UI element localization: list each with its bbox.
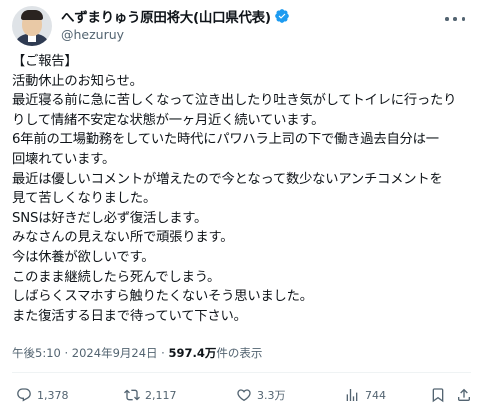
tweet-line: りして情緒不安定な状態が一ヶ月近く続いています。 [12,112,325,128]
tweet-line: また復活する日まで待っていて下さい。 [12,308,247,324]
bookmark-icon [432,388,444,403]
reply-icon [17,388,31,402]
tweet-header: へずまりゅう原田将大(山口県代表) @hezuruy [12,6,471,46]
author-block: へずまりゅう原田将大(山口県代表) @hezuruy [61,6,290,44]
views-label: 件の表示 [216,346,263,360]
verified-badge-icon [274,8,290,24]
meta-separator: · [64,346,69,360]
tweet-line: 活動休止のお知らせ。 [12,73,143,89]
tweet-line: 見て苦しくなりました。 [12,191,157,207]
tweet-meta: 午後5:10 · 2024年9月24日 · 597.4万件の表示 [12,345,262,361]
tweet-line: 最近寝る前に急に苦しくなって泣き出したり吐き気がしてトイレに行ったり [12,93,457,109]
reply-button[interactable]: 1,378 [16,387,69,403]
repost-icon [124,389,140,401]
meta-separator: · [161,346,165,360]
tweet-line: SNSは好きだし必ず復活します。 [12,210,208,226]
views-button[interactable]: 744 [344,387,386,403]
tweet-line: 回壊れています。 [12,151,116,167]
tweet-text: 【ご報告】 活動休止のお知らせ。 最近寝る前に急に苦しくなって泣き出したり吐き気… [12,52,472,326]
author-display-name[interactable]: へずまりゅう原田将大(山口県代表) [61,6,271,26]
tweet-line: 最近は優しいコメントが増えたので今となって数少ないアンチコメントを [12,171,443,187]
post-time[interactable]: 午後5:10 [12,346,61,360]
repost-button[interactable]: 2,117 [124,387,177,403]
repost-count: 2,117 [145,388,177,402]
views-count: 597.4万 [168,346,217,360]
reply-count: 1,378 [37,388,69,402]
share-icon [458,388,470,401]
tweet-line: 6年前の工場勤務をしていた時代にパワハラ上司の下で働き過去自分は一 [12,132,439,148]
heart-icon [237,389,251,402]
avatar[interactable] [12,6,52,46]
like-button[interactable]: 3.3万 [236,387,286,403]
analytics-icon [346,389,358,401]
tweet-line: 今は休養が欲しいです。 [12,249,155,265]
like-count: 3.3万 [257,389,286,402]
author-handle[interactable]: @hezuruy [61,26,290,44]
views-action-count: 744 [365,388,386,402]
tweet-line: 【ご報告】 [12,54,78,69]
action-bar: 1,378 2,117 3.3万 744 [12,385,471,405]
tweet-line: しばらくスマホすら触りたくないそう思いました。 [12,289,313,305]
divider [12,372,471,373]
share-button[interactable] [456,387,472,403]
tweet-line: このまま継続したら死んでしまう。 [12,269,221,285]
tweet-card: へずまりゅう原田将大(山口県代表) @hezuruy 【ご報告】 活動休止のお知… [0,0,483,415]
bookmark-button[interactable] [430,387,446,403]
tweet-line: みなさんの見えない所で頑張ります。 [12,230,234,246]
more-options-icon[interactable] [445,12,465,26]
post-date[interactable]: 2024年9月24日 [72,346,158,360]
